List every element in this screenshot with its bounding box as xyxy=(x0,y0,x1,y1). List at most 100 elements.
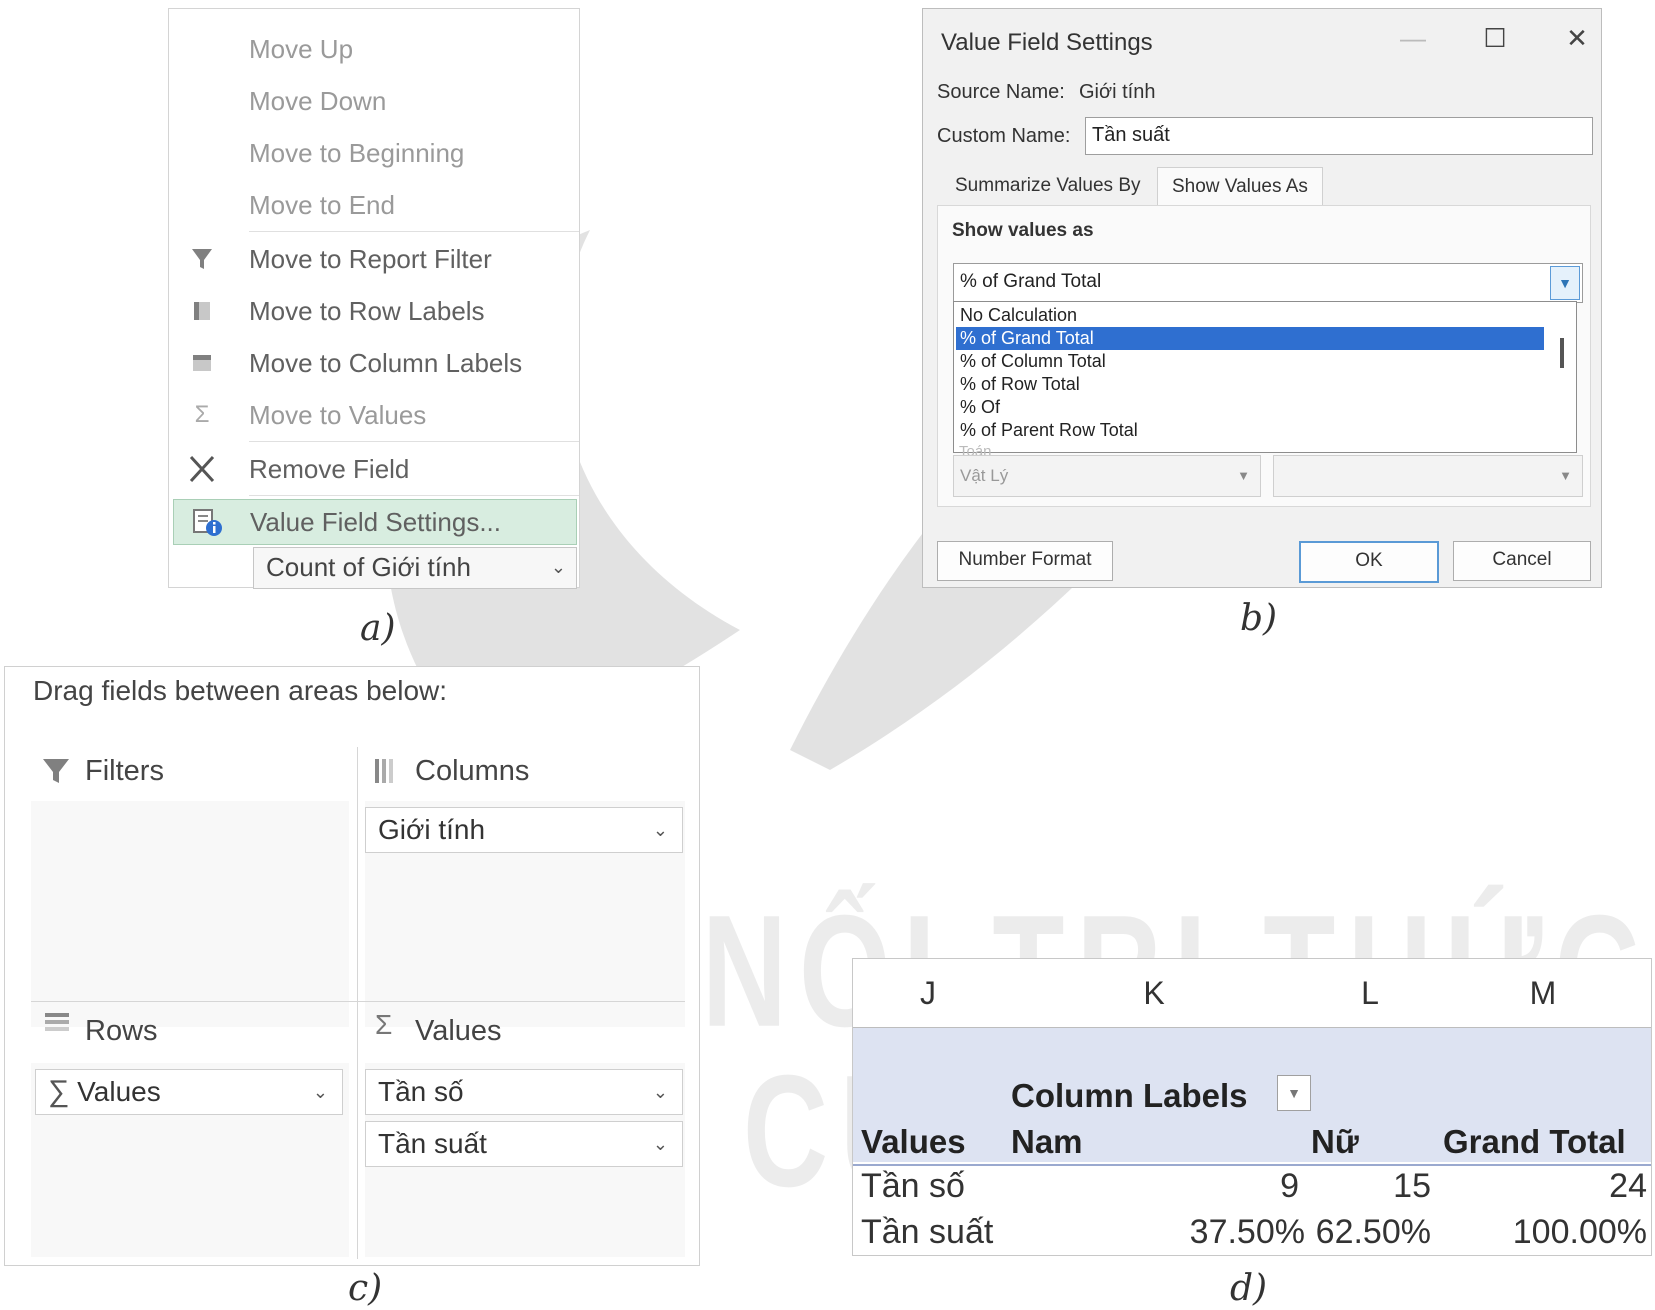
close-icon[interactable]: ✕ xyxy=(1557,23,1597,54)
menu-item-label: Move Up xyxy=(249,34,354,64)
menu-item-value-field-settings[interactable]: Value Field Settings... xyxy=(173,499,577,545)
chevron-down-icon[interactable]: ⌄ xyxy=(551,548,566,586)
maximize-icon[interactable]: ☐ xyxy=(1475,23,1515,54)
column-labels-heading: Column Labels xyxy=(1011,1077,1248,1114)
header-nam: Nam xyxy=(1011,1123,1083,1160)
value-field-settings-dialog: Value Field Settings — ☐ ✕ Source Name: … xyxy=(922,8,1602,588)
menu-separator xyxy=(249,231,579,232)
menu-item-label: Move to Column Labels xyxy=(249,348,523,378)
menu-item-move-to-beginning: Move to Beginning xyxy=(169,131,579,175)
values-field-tan-so[interactable]: Tần số ⌄ xyxy=(365,1069,683,1115)
values-field-tan-suat[interactable]: Tần suất ⌄ xyxy=(365,1121,683,1167)
sigma-icon: Σ xyxy=(194,401,210,428)
number-format-button[interactable]: Number Format xyxy=(937,541,1113,581)
menu-item-label: Move to Row Labels xyxy=(249,296,485,326)
menu-item-move-to-values: Σ Move to Values xyxy=(169,393,579,437)
caption-a: a) xyxy=(360,608,396,649)
field-chip-label: Count of Giới tính xyxy=(266,552,471,582)
base-item-list: ▼ xyxy=(1273,455,1583,497)
tab-show-values-as[interactable]: Show Values As xyxy=(1157,167,1323,206)
rows-icon xyxy=(43,1009,71,1046)
area-divider-vertical xyxy=(357,747,358,1259)
menu-separator xyxy=(249,441,579,442)
menu-item-move-up: Move Up xyxy=(169,27,579,71)
option-percent-of-parent-row-total[interactable]: % of Parent Row Total xyxy=(956,419,1544,442)
filters-drop-zone[interactable] xyxy=(31,801,349,1027)
row-labels-icon xyxy=(187,289,217,333)
option-percent-of-grand-total[interactable]: % of Grand Total xyxy=(956,327,1544,350)
pivot-table-sheet: J K L M Column Labels ▼ Values Nam Nữ Gr… xyxy=(852,958,1652,1256)
cell-tan-suat-nu[interactable]: 62.50% xyxy=(1305,1213,1431,1252)
menu-item-label: Move to Report Filter xyxy=(249,244,492,274)
option-percent-of-column-total[interactable]: % of Column Total xyxy=(956,350,1544,373)
sigma-icon: Σ xyxy=(375,1009,393,1040)
cell-tan-suat-total[interactable]: 100.00% xyxy=(1437,1213,1647,1252)
chevron-down-icon: ▼ xyxy=(1237,468,1250,483)
column-header-j[interactable]: J xyxy=(853,959,1004,1028)
chevron-down-icon[interactable]: ▼ xyxy=(1550,266,1580,300)
columns-icon xyxy=(373,757,401,794)
base-field-list: Vật Lý ▼ xyxy=(953,455,1261,497)
field-label: Tần số xyxy=(378,1076,464,1107)
dropdown-selected-value: % of Grand Total xyxy=(960,271,1102,292)
filter-icon xyxy=(41,755,71,794)
base-field-value: Vật Lý xyxy=(960,466,1009,485)
tab-summarize-values-by[interactable]: Summarize Values By xyxy=(941,167,1155,205)
menu-item-label: Value Field Settings... xyxy=(250,507,501,537)
field-label: Tần suất xyxy=(378,1128,487,1159)
base-field-partial-item: Toán xyxy=(959,443,992,455)
pivot-header-rule xyxy=(853,1164,1651,1166)
menu-item-label: Move to Values xyxy=(249,400,427,430)
area-divider-horizontal xyxy=(31,1001,685,1002)
chevron-down-icon[interactable]: ⌄ xyxy=(653,1070,668,1114)
chevron-down-icon[interactable]: ⌄ xyxy=(653,808,668,852)
cell-tan-so-nu[interactable]: 15 xyxy=(1305,1167,1431,1206)
columns-field-gioi-tinh[interactable]: Giới tính ⌄ xyxy=(365,807,683,853)
show-values-as-options-list: No Calculation % of Grand Total % of Col… xyxy=(953,301,1577,453)
menu-item-move-to-column-labels[interactable]: Move to Column Labels xyxy=(169,341,579,385)
ok-button[interactable]: OK xyxy=(1299,541,1439,583)
menu-separator xyxy=(249,495,579,496)
field-settings-icon xyxy=(192,500,222,544)
header-grand-total: Grand Total xyxy=(1443,1123,1626,1160)
field-context-menu: Move Up Move Down Move to Beginning Move… xyxy=(168,8,580,589)
header-nu: Nữ xyxy=(1311,1123,1359,1160)
list-scrollbar[interactable] xyxy=(1560,338,1564,368)
rows-field-values[interactable]: ∑ Values ⌄ xyxy=(35,1069,343,1115)
chevron-down-icon: ▼ xyxy=(1559,468,1572,483)
menu-item-remove-field[interactable]: Remove Field xyxy=(169,447,579,491)
menu-item-move-to-row-labels[interactable]: Move to Row Labels xyxy=(169,289,579,333)
menu-item-move-to-report-filter[interactable]: Move to Report Filter xyxy=(169,237,579,281)
menu-item-label: Move Down xyxy=(249,86,387,116)
close-icon xyxy=(187,447,217,491)
values-area-title: Values xyxy=(415,1015,502,1047)
chevron-down-icon[interactable]: ⌄ xyxy=(653,1122,668,1166)
pivot-field-areas-pane: Drag fields between areas below: Filters… xyxy=(4,666,700,1266)
minimize-icon[interactable]: — xyxy=(1393,23,1433,54)
count-of-gioi-tinh-field[interactable]: Count of Giới tính ⌄ xyxy=(253,547,577,589)
option-percent-of-row-total[interactable]: % of Row Total xyxy=(956,373,1544,396)
show-values-as-dropdown[interactable]: % of Grand Total ▼ xyxy=(953,263,1583,303)
field-label: Values xyxy=(77,1076,161,1107)
column-header-m[interactable]: M xyxy=(1435,959,1651,1028)
sigma-icon: ∑ xyxy=(48,1075,70,1108)
option-percent-of[interactable]: % Of xyxy=(956,396,1544,419)
menu-item-label: Move to End xyxy=(249,190,395,220)
caption-c: c) xyxy=(348,1268,383,1309)
dialog-title: Value Field Settings xyxy=(941,29,1153,56)
menu-item-label: Move to Beginning xyxy=(249,138,465,168)
cell-tan-so-total[interactable]: 24 xyxy=(1437,1167,1647,1206)
column-header-k[interactable]: K xyxy=(1003,959,1306,1028)
cell-tan-so-nam[interactable]: 9 xyxy=(1013,1167,1299,1206)
column-header-l[interactable]: L xyxy=(1305,959,1436,1028)
column-labels-filter-icon[interactable]: ▼ xyxy=(1277,1075,1311,1111)
custom-name-input[interactable]: Tần suất xyxy=(1085,117,1593,155)
cancel-button[interactable]: Cancel xyxy=(1453,541,1591,581)
option-no-calculation[interactable]: No Calculation xyxy=(956,304,1544,327)
menu-item-label: Remove Field xyxy=(249,454,410,484)
source-name-label: Source Name: xyxy=(937,81,1065,103)
columns-area-title: Columns xyxy=(415,755,530,787)
cell-tan-suat-nam[interactable]: 37.50% xyxy=(1013,1213,1305,1252)
chevron-down-icon[interactable]: ⌄ xyxy=(313,1070,328,1114)
source-name-value: Giới tính xyxy=(1079,81,1156,103)
